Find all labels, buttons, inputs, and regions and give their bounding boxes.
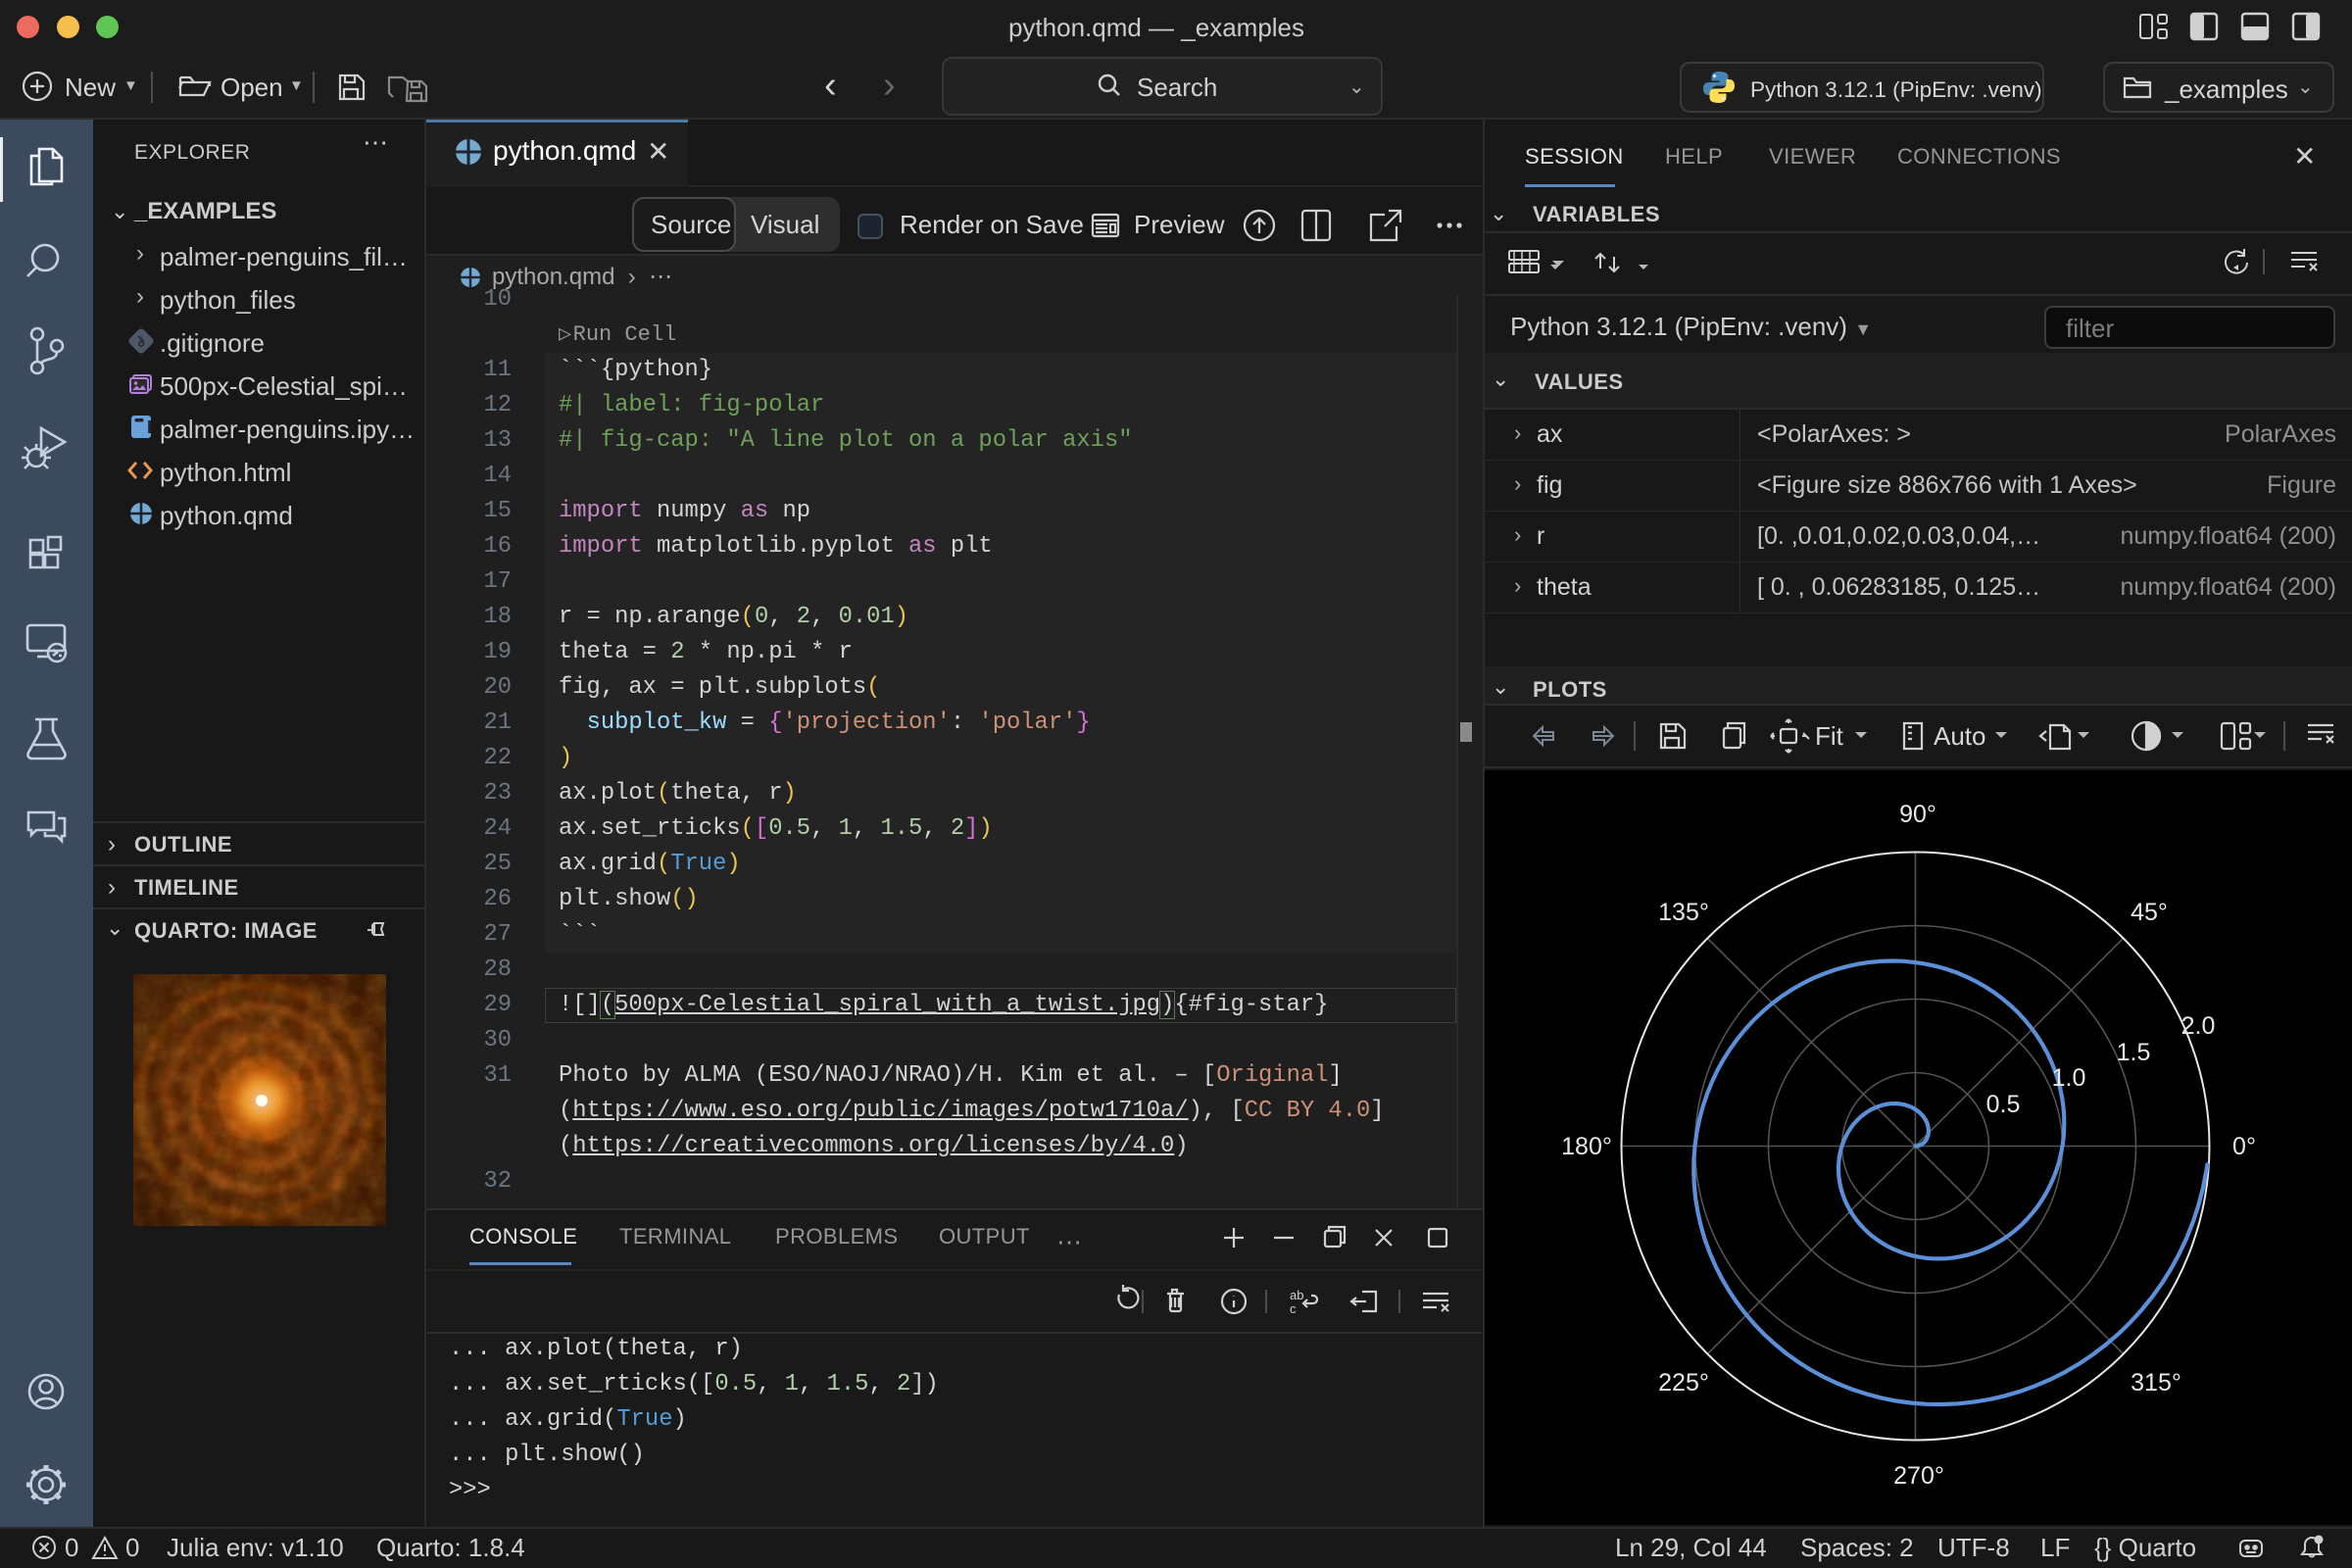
svg-text:315°: 315° [2131,1369,2181,1396]
svg-text:180°: 180° [1561,1133,1612,1160]
svg-text:225°: 225° [1658,1369,1709,1396]
svg-text:2.0: 2.0 [2181,1012,2216,1040]
svg-text:ab: ab [1290,1288,1303,1302]
svg-text:c: c [1290,1301,1297,1316]
svg-text:45°: 45° [2131,899,2168,926]
svg-text:0°: 0° [2232,1133,2256,1160]
svg-text:270°: 270° [1893,1462,1944,1490]
svg-text:1.5: 1.5 [2117,1039,2151,1066]
svg-text:0.5: 0.5 [1986,1091,2021,1118]
svg-text:90°: 90° [1899,801,1936,828]
svg-text:135°: 135° [1658,899,1709,926]
svg-text:1.0: 1.0 [2052,1064,2086,1092]
